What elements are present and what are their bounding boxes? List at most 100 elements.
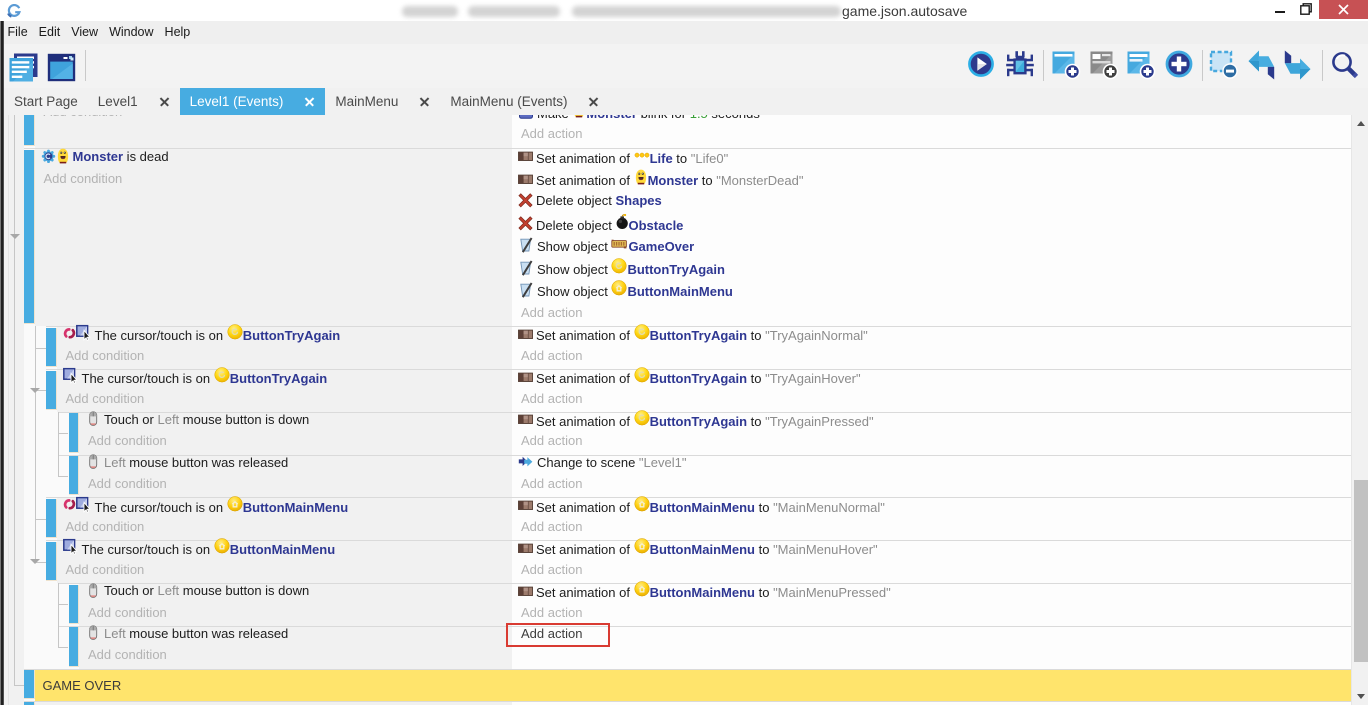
- add-condition-button[interactable]: [35, 697, 513, 705]
- menu-view[interactable]: View: [66, 21, 104, 44]
- event-expander-icon[interactable]: [30, 559, 40, 564]
- conditions-cell[interactable]: Left mouse button was releasedAdd condit…: [79, 627, 512, 669]
- add-condition-button[interactable]: Add condition: [79, 430, 512, 451]
- menu-edit[interactable]: Edit: [33, 21, 66, 44]
- add-action-button[interactable]: Add action: [512, 301, 1351, 323]
- actions-cell[interactable]: Set animation of ButtonMainMenu to "Main…: [512, 498, 1351, 540]
- add-action-button[interactable]: Add action: [512, 516, 1351, 537]
- tab-start-page[interactable]: Start Page: [4, 88, 88, 115]
- actions-cell[interactable]: [512, 702, 1351, 705]
- comment-block[interactable]: GAME OVER: [35, 670, 1352, 701]
- menu-help[interactable]: Help: [159, 21, 196, 44]
- action-row[interactable]: Delete object Obstacle: [512, 212, 1351, 234]
- add-condition-button[interactable]: Add condition: [79, 644, 512, 665]
- tab-mainmenu-events-[interactable]: MainMenu (Events): [440, 88, 609, 115]
- close-button[interactable]: [1319, 0, 1368, 19]
- object-name[interactable]: ButtonTryAgain: [650, 414, 748, 429]
- object-name[interactable]: GameOver: [628, 239, 694, 254]
- actions-cell[interactable]: Set animation of ButtonMainMenu to "Main…: [512, 541, 1351, 583]
- condition-row[interactable]: The cursor/touch is on ButtonMainMenu: [57, 494, 513, 515]
- object-name[interactable]: Monster: [586, 115, 637, 121]
- tab-level1[interactable]: Level1: [88, 88, 180, 115]
- action-row[interactable]: Set animation of ButtonTryAgain to "TryA…: [512, 409, 1351, 430]
- toolbar-play-button[interactable]: [967, 50, 995, 83]
- minimize-button[interactable]: [1263, 0, 1292, 19]
- object-name[interactable]: ButtonTryAgain: [230, 371, 328, 386]
- object-name[interactable]: ButtonTryAgain: [650, 371, 748, 386]
- toolbar-add-scene-button[interactable]: [1051, 50, 1081, 85]
- condition-row[interactable]: Touch or Left mouse button is down: [79, 580, 512, 601]
- actions-cell[interactable]: Set animation of ButtonTryAgain to "TryA…: [512, 327, 1351, 369]
- action-row[interactable]: Show object ButtonTryAgain: [512, 256, 1351, 278]
- object-name[interactable]: ButtonMainMenu: [650, 542, 755, 557]
- actions-cell[interactable]: Make Monster blink for 1.5 secondsAdd ac…: [512, 115, 1351, 148]
- tab-close-icon[interactable]: [160, 97, 169, 106]
- action-row[interactable]: Change to scene "Level1": [512, 451, 1351, 472]
- add-condition-button[interactable]: Add condition: [57, 344, 513, 365]
- toolbar-redo-button[interactable]: [1284, 50, 1312, 85]
- add-action-button[interactable]: Add action: [512, 344, 1351, 365]
- event-bar[interactable]: [46, 371, 57, 410]
- action-row[interactable]: Set animation of ButtonTryAgain to "TryA…: [512, 366, 1351, 387]
- add-action-button[interactable]: Add action: [512, 473, 1351, 494]
- add-action-button[interactable]: Add action: [512, 558, 1351, 579]
- add-action-button[interactable]: Add action: [512, 122, 1351, 144]
- object-name[interactable]: Obstacle: [629, 217, 684, 232]
- tab-close-icon[interactable]: [589, 97, 598, 106]
- add-condition-button[interactable]: Add condition: [79, 601, 512, 622]
- vertical-scrollbar[interactable]: [1351, 115, 1368, 705]
- object-name[interactable]: ButtonTryAgain: [627, 262, 725, 277]
- conditions-cell[interactable]: The cursor/touch is on ButtonMainMenuAdd…: [57, 541, 513, 583]
- toolbar-undo-button[interactable]: [1247, 50, 1275, 85]
- event-bar[interactable]: [69, 585, 80, 624]
- add-action-button[interactable]: [512, 697, 1351, 705]
- condition-row[interactable]: Touch or Left mouse button is down: [79, 409, 512, 430]
- conditions-cell[interactable]: [35, 702, 513, 705]
- tab-mainmenu[interactable]: MainMenu: [325, 88, 440, 115]
- conditions-cell[interactable]: Touch or Left mouse button is downAdd co…: [79, 413, 512, 455]
- object-name[interactable]: Shapes: [616, 193, 662, 208]
- action-row[interactable]: Set animation of ButtonMainMenu to "Main…: [512, 537, 1351, 558]
- action-row[interactable]: Make Monster blink for 1.5 seconds: [512, 115, 1351, 122]
- object-name[interactable]: ButtonTryAgain: [650, 328, 748, 343]
- event-bar[interactable]: [46, 499, 57, 538]
- add-condition-button[interactable]: Add condition: [57, 516, 513, 537]
- conditions-cell[interactable]: Monster is deadAdd condition: [35, 149, 513, 326]
- toolbar-add-external-events-button[interactable]: [1089, 50, 1119, 85]
- event-bar[interactable]: [69, 627, 80, 666]
- event-bar[interactable]: [69, 413, 80, 452]
- scrollbar-thumb[interactable]: [1354, 480, 1368, 662]
- event-bar[interactable]: [24, 150, 35, 325]
- actions-cell[interactable]: Set animation of ButtonTryAgain to "TryA…: [512, 370, 1351, 412]
- event-bar[interactable]: [24, 670, 35, 699]
- toolbar-add-external-layout-button[interactable]: [1126, 50, 1156, 85]
- scroll-up-button[interactable]: [1352, 115, 1368, 132]
- action-row[interactable]: Show object ButtonMainMenu: [512, 278, 1351, 300]
- object-name[interactable]: ButtonMainMenu: [650, 499, 755, 514]
- event-bar[interactable]: [46, 328, 57, 367]
- conditions-cell[interactable]: Add condition: [35, 115, 513, 148]
- add-action-button[interactable]: [512, 644, 1351, 665]
- event-bar[interactable]: [24, 115, 35, 146]
- object-name[interactable]: ButtonMainMenu: [627, 284, 732, 299]
- add-condition-button[interactable]: Add condition: [35, 115, 513, 122]
- condition-row[interactable]: Monster is dead: [35, 145, 513, 167]
- actions-cell[interactable]: Change to scene "Level1"Add action: [512, 456, 1351, 498]
- events-sheet[interactable]: Add condition Make Monster blink for 1.5…: [0, 115, 1351, 705]
- event-expander-icon[interactable]: [30, 388, 40, 393]
- condition-row[interactable]: The cursor/touch is on ButtonTryAgain: [57, 366, 513, 387]
- add-condition-button[interactable]: Add condition: [57, 558, 513, 579]
- object-name[interactable]: ButtonMainMenu: [230, 542, 335, 557]
- object-name[interactable]: ButtonMainMenu: [650, 585, 755, 600]
- conditions-cell[interactable]: The cursor/touch is on ButtonMainMenuAdd…: [57, 498, 513, 540]
- toolbar-remove-item-button[interactable]: [1209, 50, 1239, 85]
- action-row[interactable]: Set animation of ButtonMainMenu to "Main…: [512, 494, 1351, 515]
- maximize-button[interactable]: [1292, 0, 1319, 19]
- event-expander-icon[interactable]: [10, 234, 20, 239]
- add-action-button[interactable]: Add action: [512, 601, 1351, 622]
- action-row[interactable]: Delete object Shapes: [512, 189, 1351, 211]
- event-bar[interactable]: [69, 456, 80, 495]
- action-row[interactable]: Set animation of ButtonMainMenu to "Main…: [512, 580, 1351, 601]
- action-row[interactable]: Set animation of Life to "Life0": [512, 145, 1351, 167]
- add-action-button[interactable]: Add action: [512, 387, 1351, 408]
